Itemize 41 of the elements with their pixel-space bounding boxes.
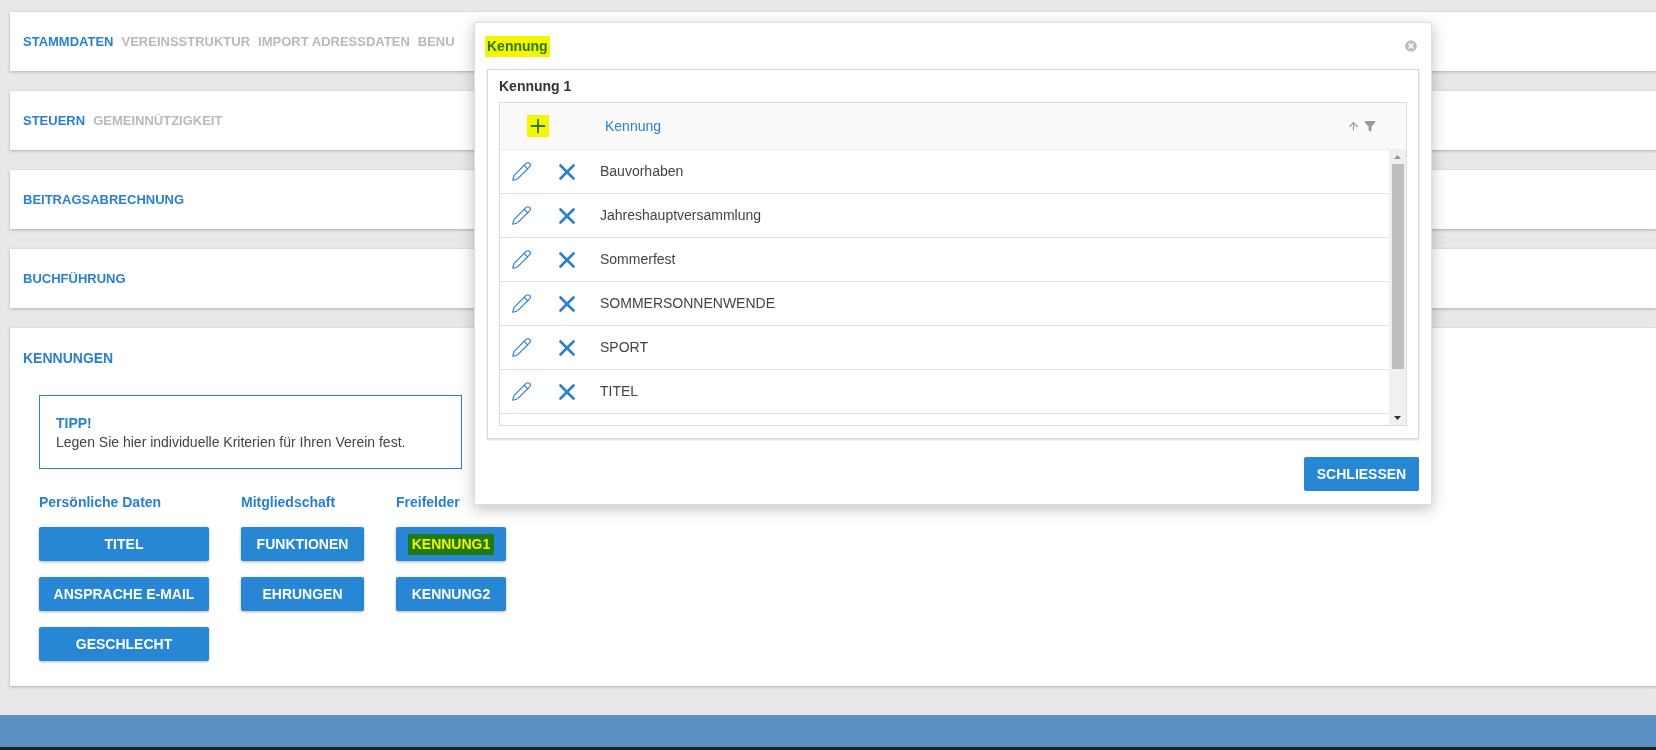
close-icon[interactable] — [1403, 38, 1419, 54]
tip-heading: TIPP! — [56, 414, 93, 432]
dialog-title: Kennung — [485, 35, 550, 57]
section-tab[interactable]: BUCHFÜHRUNG — [23, 268, 126, 289]
sort-icon[interactable] — [1347, 119, 1360, 133]
group-heading: Mitgliedschaft — [241, 493, 337, 511]
field-button[interactable]: FUNKTIONEN — [241, 527, 364, 561]
table-cell-text: SPORT — [600, 338, 648, 357]
table-cell-text: TITEL — [600, 382, 639, 401]
field-button[interactable]: TITEL — [39, 527, 209, 561]
pencil-icon[interactable] — [511, 161, 532, 182]
section-tab[interactable]: STEUERN — [23, 110, 86, 131]
pencil-icon[interactable] — [511, 205, 532, 226]
table-cell-text: Bauvorhaben — [600, 162, 684, 181]
section-tab[interactable]: STAMMDATEN — [23, 31, 114, 52]
pencil-icon[interactable] — [511, 249, 532, 270]
close-button[interactable]: SCHLIESSEN — [1304, 457, 1419, 491]
pencil-icon[interactable] — [511, 337, 532, 358]
table-cell-text: Sommerfest — [600, 250, 676, 269]
group-heading: Freifelder — [396, 493, 461, 511]
filter-icon[interactable] — [1364, 120, 1376, 132]
scrollbar-thumb[interactable] — [1391, 164, 1404, 369]
section-tab[interactable]: IMPORT ADRESSDATEN — [258, 31, 410, 52]
tip-text: Legen Sie hier individuelle Kriterien für Ihren Verein fest. — [56, 433, 407, 452]
section-tab[interactable]: GEMEINNÜTZIGKEIT — [93, 110, 223, 131]
pencil-icon[interactable] — [511, 381, 532, 402]
field-button[interactable]: KENNUNG1 — [396, 527, 506, 561]
column-header[interactable]: Kennung — [605, 115, 662, 137]
group-heading: Persönliche Daten — [39, 493, 163, 511]
section-tab[interactable]: BEITRAGSABRECHNUNG — [23, 189, 185, 210]
table-cell-text: Jahreshauptversammlung — [600, 206, 762, 225]
section-tab[interactable]: VEREINSSTRUKTUR — [121, 31, 251, 52]
field-button[interactable]: KENNUNG2 — [396, 577, 506, 611]
field-button[interactable]: ANSPRACHE E-MAIL — [39, 577, 209, 611]
table-cell-text: SOMMERSONNENWENDE — [600, 294, 775, 313]
pencil-icon[interactable] — [511, 293, 532, 314]
panel-title: Kennung 1 — [499, 76, 573, 96]
field-button[interactable]: EHRUNGEN — [241, 577, 364, 611]
add-button[interactable] — [526, 115, 549, 137]
field-button[interactable]: GESCHLECHT — [39, 627, 209, 661]
section-tab[interactable]: BENU — [417, 31, 455, 52]
